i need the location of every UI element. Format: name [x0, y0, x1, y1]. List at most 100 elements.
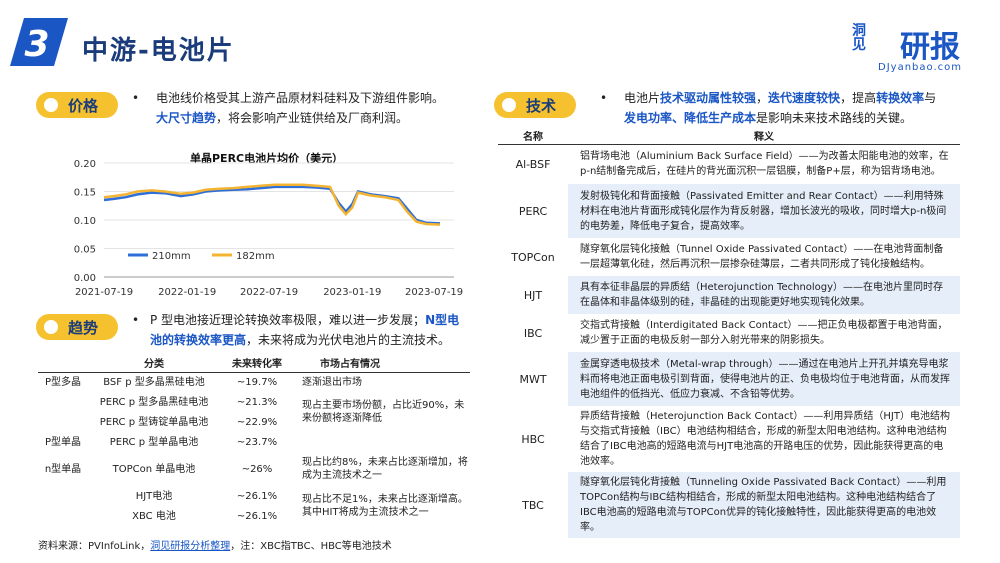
tech-text-hl-1: 技术驱动属性较强 — [660, 91, 757, 105]
price-text: 电池线价格受其上游产品原材料硅料及下游组件影响。 大尺寸趋势，将会影响产业链供给… — [156, 88, 466, 128]
tech-desc: 交指式背接触（Interdigitated Back Contact）——把正负… — [580, 320, 948, 346]
x-tick-label: 2023-01-19 — [323, 287, 381, 298]
tech-name: HBC — [521, 432, 545, 446]
trend-type: PERC p 型单晶电池 — [109, 436, 199, 448]
table-row: TOPCon 隧穿氧化层钝化接触（Tunnel Oxide Passivated … — [498, 238, 960, 276]
tech-table-header: 名称 释义 — [498, 128, 960, 145]
price-bullet: • — [132, 91, 140, 105]
trend-text-c: ，未来将成为光伏电池片的主流技术。 — [246, 333, 451, 347]
tech-desc: 金属穿透电极技术（Metal-wrap through）——通过在电池片上开孔并… — [568, 352, 960, 406]
y-tick-label: 0.05 — [74, 245, 96, 256]
table-row: IBC 交指式背接触（Interdigitated Back Contact）——… — [498, 314, 960, 352]
trend-type: XBC 电池 — [132, 510, 176, 522]
table-row: HJT电池 ~26.1% 现占比不足1%，未来占比逐渐增高。其中HIT将成为主流… — [38, 486, 470, 519]
page-title: 中游-电池片 — [82, 36, 235, 66]
tech-text-1: 电池片 — [624, 91, 661, 105]
tech-name: PERC — [498, 184, 568, 238]
table-row: Al-BSF 铝背场电池（Aluminium Back Surface Field… — [498, 144, 960, 184]
trend-header-rate: 未来转化率 — [220, 354, 294, 373]
tech-text-9: 是影响未来技术路线的关键。 — [756, 111, 913, 125]
logo-subtitle: DJyanbao.com — [878, 62, 962, 73]
tech-text-3: ， — [756, 91, 769, 105]
trend-text-a: P 型电池接近理论转换效率极限，难以进一步发展； — [150, 313, 426, 327]
trend-header-category: 分类 — [88, 354, 220, 373]
table-row: PERC 发射极钝化和背面接触（Passivated Emitter and Re… — [498, 184, 960, 238]
trend-share: 逐渐退出市场 — [302, 376, 362, 388]
section-number: 3 — [24, 24, 49, 65]
trend-rate: ~26% — [241, 463, 273, 475]
table-row: PERC p 型多晶黑硅电池 ~21.3% 现占主要市场份额，占比近90%，未来… — [38, 392, 470, 425]
trend-rate: ~26.1% — [236, 510, 278, 522]
source-link[interactable]: 洞见研报分析整理 — [150, 541, 230, 552]
y-tick-label: 0.00 — [74, 273, 96, 284]
tech-name: IBC — [523, 326, 543, 340]
table-row: P型多晶 BSF p 型多晶黑硅电池 ~19.7% 逐渐退出市场 — [38, 372, 470, 392]
price-text-2: ，将会影响产业链供给及厂商利润。 — [216, 111, 409, 125]
source-suffix: ，注：XBC指TBC、HBC等电池技术 — [230, 541, 392, 552]
tech-table: 名称 释义 Al-BSF 铝背场电池（Aluminium Back Surface… — [498, 128, 960, 538]
table-row: HJT 具有本征非晶层的异质结（Heterojunction Technology… — [498, 276, 960, 314]
trend-share: 现占比约8%，未来占比逐渐增加，将成为主流技术之一 — [302, 457, 468, 481]
trend-table: 分类 未来转化率 市场占有情况 P型多晶 BSF p 型多晶黑硅电池 ~19.7… — [38, 354, 470, 526]
trend-rate: ~26.1% — [236, 490, 278, 502]
tech-header-desc: 释义 — [568, 128, 960, 145]
trend-text: P 型电池接近理论转换效率极限，难以进一步发展；N型电池的转换效率更高，未来将成… — [150, 310, 470, 350]
table-row: P型单晶 PERC p 型单晶电池 ~23.7% — [38, 432, 470, 452]
y-tick-label: 0.20 — [74, 159, 96, 170]
trend-rate: ~23.7% — [236, 436, 278, 448]
section-number-badge: 3 — [10, 18, 68, 66]
series-line-210mm — [103, 185, 441, 225]
trend-type: BSF p 型多晶黑硅电池 — [103, 376, 205, 388]
x-tick-label: 2022-01-19 — [158, 287, 216, 298]
tech-name: TOPCon — [511, 250, 555, 264]
tech-tag: 技术 — [494, 92, 576, 118]
price-line-chart: 0.00 0.05 0.10 0.15 0.20 2021-07-19 2022-01-19… — [74, 159, 463, 298]
table-row: HBC 异质结背接触（Heterojunction Back Contact）——… — [498, 406, 960, 472]
trend-rate: ~22.9% — [236, 416, 278, 428]
tech-text-hl-4: 发电功率、降低生产成本 — [624, 111, 757, 125]
trend-group: P型多晶 — [44, 376, 82, 388]
tech-desc: 铝背场电池（Aluminium Back Surface Field）——为改善… — [580, 151, 949, 178]
tech-tag-label: 技术 — [526, 96, 557, 115]
source-note: 资料来源：PVInfoLink，洞见研报分析整理，注：XBC指TBC、HBC等电… — [38, 537, 392, 552]
trend-share: 现占主要市场份额，占比近90%，未来份额将逐渐降低 — [302, 400, 465, 424]
tag-dot-icon — [44, 320, 58, 334]
table-row: MWT 金属穿透电极技术（Metal-wrap through）——通过在电池片上… — [498, 352, 960, 406]
trend-type: HJT电池 — [135, 490, 173, 502]
trend-group — [38, 412, 88, 432]
x-tick-label: 2022-07-19 — [240, 287, 298, 298]
trend-type: PERC p 型多晶黑硅电池 — [99, 396, 209, 408]
price-tag: 价格 — [36, 92, 118, 118]
tech-desc: 隧穿氧化层钝化背接触（Tunneling Oxide Passivated Ba… — [568, 472, 960, 538]
trend-type: PERC p 型铸锭单晶电池 — [99, 416, 209, 428]
price-text-highlight: 大尺寸趋势 — [156, 111, 217, 125]
tech-name: HJT — [498, 276, 568, 314]
tech-desc: 发射极钝化和背面接触（Passivated Emitter and Rear C… — [568, 184, 960, 238]
trend-group: n型单晶 — [44, 463, 82, 475]
price-text-1: 电池线价格受其上游产品原材料硅料及下游组件影响。 — [156, 91, 445, 105]
tech-name: MWT — [498, 352, 568, 406]
trend-table-header: 分类 未来转化率 市场占有情况 — [38, 354, 470, 373]
y-tick-label: 0.10 — [74, 216, 96, 227]
tech-header-name: 名称 — [498, 128, 568, 145]
trend-group — [38, 392, 88, 412]
trend-group — [38, 486, 88, 506]
tech-name: Al-BSF — [515, 157, 551, 171]
tech-bullet: • — [600, 91, 608, 105]
trend-share: 现占比不足1%，未来占比逐渐增高。其中HIT将成为主流技术之一 — [302, 494, 468, 518]
logo-mark: 洞见 — [852, 23, 866, 53]
tag-dot-icon — [502, 98, 516, 112]
y-tick-label: 0.15 — [74, 188, 96, 199]
tech-text-hl-3: 转换效率 — [876, 91, 925, 105]
trend-type: TOPCon 单晶电池 — [112, 463, 196, 475]
x-tick-label: 2023-07-19 — [405, 287, 463, 298]
x-tick-label: 2021-07-19 — [75, 287, 133, 298]
table-row: n型单晶 TOPCon 单晶电池 ~26% 现占比约8%，未来占比逐渐增加，将成… — [38, 452, 470, 486]
trend-group: P型单晶 — [44, 436, 82, 448]
price-tag-label: 价格 — [68, 96, 99, 115]
trend-group — [38, 506, 88, 526]
source-prefix: 资料来源：PVInfoLink， — [38, 541, 151, 552]
trend-header-share: 市场占有情况 — [294, 354, 470, 373]
tech-name: TBC — [498, 472, 568, 538]
trend-tag-label: 趋势 — [68, 318, 99, 337]
